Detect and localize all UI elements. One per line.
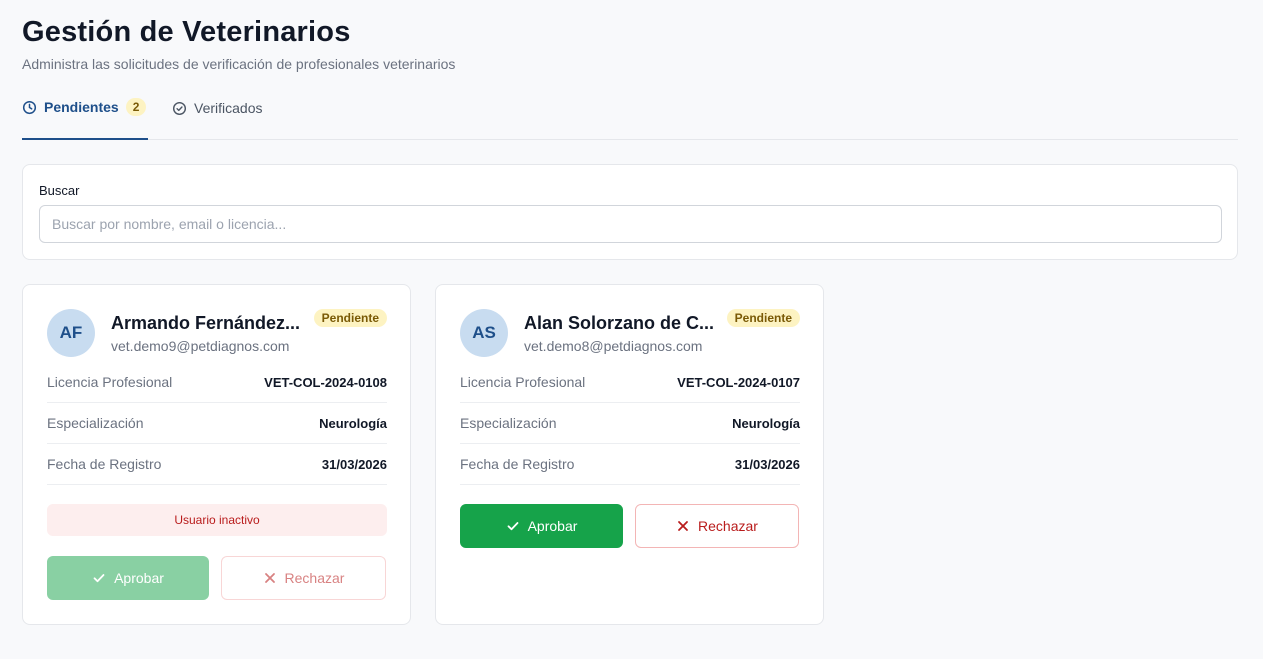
avatar: AF [47, 309, 95, 357]
detail-row-license: Licencia Profesional VET-COL-2024-0107 [460, 362, 800, 403]
clock-icon [22, 100, 37, 114]
check-icon [507, 522, 518, 531]
page-title: Gestión de Veterinarios [22, 16, 351, 48]
details-list: Licencia Profesional VET-COL-2024-0107 E… [460, 362, 800, 485]
veterinarian-name: Armando Fernández... [111, 313, 301, 333]
detail-label: Especialización [47, 415, 144, 431]
check-icon [93, 574, 105, 583]
detail-value: 31/03/2026 [321, 456, 387, 472]
tab-pendientes[interactable]: Pendientes 2 [22, 90, 148, 140]
tab-label: Verificados [194, 100, 263, 116]
avatar: AS [460, 309, 508, 357]
approve-label: Aprobar [527, 518, 578, 534]
detail-value: Neurología [319, 415, 387, 431]
detail-value: 31/03/2026 [734, 456, 800, 472]
detail-row-license: Licencia Profesional VET-COL-2024-0108 [47, 362, 387, 403]
count-badge: 2 [125, 98, 147, 116]
status-badge: Pendiente [313, 309, 387, 327]
detail-value: Neurología [732, 415, 800, 431]
detail-value: VET-COL-2024-0107 [677, 374, 800, 390]
details-list: Licencia Profesional VET-COL-2024-0108 E… [47, 362, 387, 485]
detail-label: Licencia Profesional [47, 374, 173, 390]
search-panel: Buscar [22, 164, 1238, 260]
detail-row-specialization: Especialización Neurología [47, 403, 387, 444]
reject-button[interactable]: Rechazar [635, 504, 799, 548]
reject-button[interactable]: Rechazar [221, 556, 386, 600]
search-input[interactable] [39, 205, 1222, 243]
tab-bar: Pendientes 2 Verificados [22, 90, 1238, 140]
x-icon [678, 521, 688, 531]
reject-label: Rechazar [698, 518, 758, 534]
reject-label: Rechazar [284, 570, 345, 586]
status-badge: Pendiente [726, 309, 800, 327]
tab-label: Pendientes [44, 99, 119, 115]
search-label: Buscar [39, 183, 80, 198]
tab-verificados[interactable]: Verificados [172, 90, 262, 140]
detail-row-specialization: Especialización Neurología [460, 403, 800, 444]
detail-label: Fecha de Registro [47, 456, 162, 472]
x-icon [264, 573, 275, 583]
inactive-alert: Usuario inactivo [47, 504, 387, 536]
veterinarian-card: AS Alan Solorzano de C... Pendiente vet.… [435, 284, 824, 625]
detail-row-registered: Fecha de Registro 31/03/2026 [460, 444, 800, 485]
detail-label: Fecha de Registro [460, 456, 575, 472]
detail-label: Licencia Profesional [460, 374, 586, 390]
detail-row-registered: Fecha de Registro 31/03/2026 [47, 444, 387, 485]
detail-label: Especialización [460, 415, 557, 431]
veterinarian-email: vet.demo9@petdiagnos.com [111, 338, 290, 354]
veterinarian-card: AF Armando Fernández... Pendiente vet.de… [22, 284, 411, 625]
approve-button[interactable]: Aprobar [460, 504, 623, 548]
approve-label: Aprobar [114, 570, 164, 586]
veterinarian-email: vet.demo8@petdiagnos.com [524, 338, 703, 354]
veterinarian-name: Alan Solorzano de C... [524, 313, 715, 333]
approve-button[interactable]: Aprobar [47, 556, 209, 600]
check-circle-icon [172, 101, 187, 115]
page-subtitle: Administra las solicitudes de verificaci… [22, 56, 456, 72]
detail-value: VET-COL-2024-0108 [264, 374, 387, 390]
